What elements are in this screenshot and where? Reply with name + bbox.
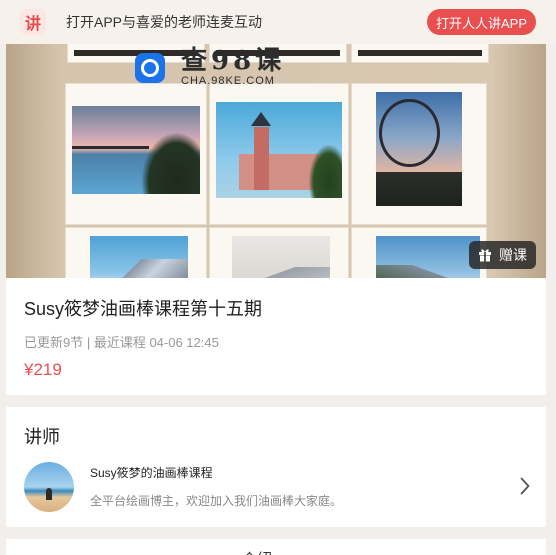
painting-frame [352, 44, 488, 62]
course-cover-image: 查98课 CHA.98KE.COM 赠课 [6, 44, 546, 278]
open-app-button[interactable]: 打开人人讲APP [426, 9, 536, 35]
painting-ferris-wheel [352, 84, 486, 224]
lecturer-heading: 讲师 [24, 427, 60, 447]
painting-mountain [66, 228, 206, 278]
watermark-logo-icon [135, 52, 165, 83]
course-meta: 已更新9节 | 最近课程 04-06 12:45 [24, 335, 219, 350]
watermark-url: CHA.98KE.COM [181, 75, 275, 87]
watermark: 查98课 CHA.98KE.COM [135, 48, 285, 87]
course-info-card: Susy筱梦油画棒课程第十五期 已更新9节 | 最近课程 04-06 12:45… [6, 278, 546, 395]
course-price: ¥219 [24, 360, 62, 379]
lecturer-name: Susy筱梦的油画棒课程 [90, 466, 213, 480]
lecturer-avatar [24, 462, 74, 512]
gift-icon [479, 249, 491, 262]
gift-course-label: 赠课 [499, 247, 527, 263]
chevron-right-icon[interactable] [520, 477, 530, 495]
painting-mountain [210, 228, 348, 278]
painting-lake [66, 84, 206, 224]
gift-course-button[interactable]: 赠课 [469, 241, 536, 269]
painting-mountain [352, 228, 486, 278]
introduction-heading: 介绍 [242, 548, 272, 555]
banner-text: 打开APP与喜爱的老师连麦互动 [66, 14, 263, 30]
lecturer-card[interactable]: 讲师 Susy筱梦的油画棒课程 全平台绘画博主，欢迎加入我们油画棒大家庭。 [6, 407, 546, 527]
introduction-section: 介绍 [6, 539, 546, 555]
lecturer-description: 全平台绘画博主，欢迎加入我们油画棒大家庭。 [90, 494, 343, 508]
watermark-title: 查98课 [181, 46, 286, 76]
app-banner: 讲 打开APP与喜爱的老师连麦互动 打开人人讲APP [0, 0, 556, 44]
course-title: Susy筱梦油画棒课程第十五期 [24, 299, 263, 319]
app-logo: 讲 [20, 9, 46, 35]
painting-castle [210, 84, 348, 224]
